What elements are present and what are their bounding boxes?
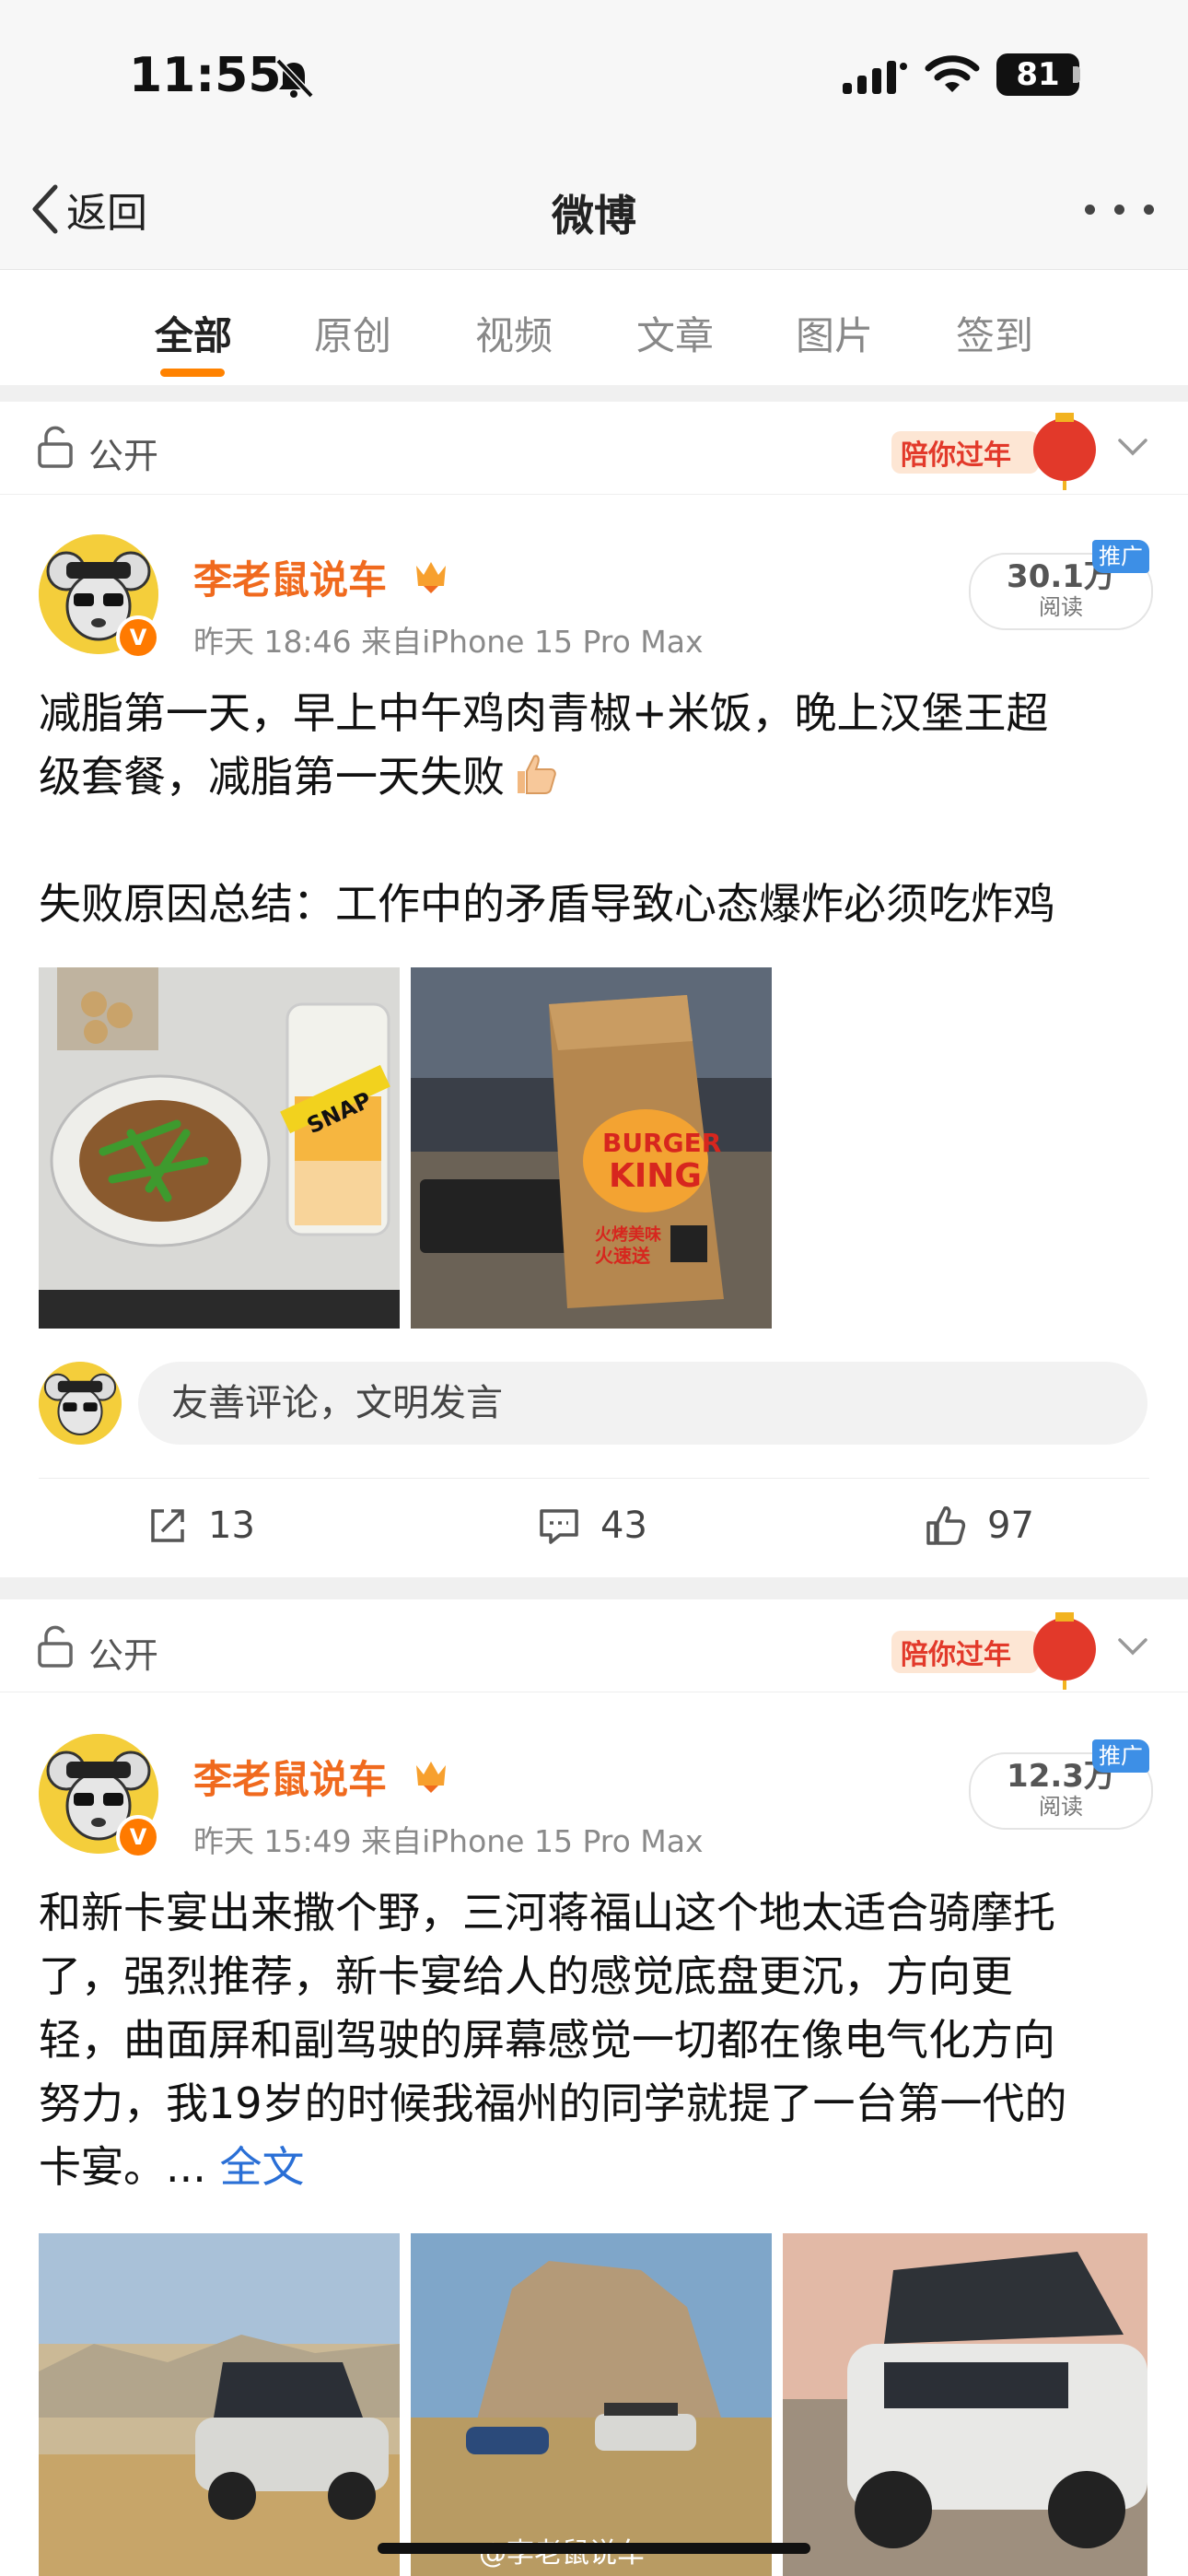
post-text-line: 和新卡宴出来撒个野，三河蒋福山这个地太适合骑摩托 [39,1888,1055,1938]
reads-label: 阅读 [1039,1794,1083,1820]
post-text-line-content: 级套餐，减脂第一天失败 [39,752,505,802]
silent-bell-icon [275,58,314,99]
comment-input[interactable]: 友善评论，文明发言 [138,1362,1147,1445]
car-landscape-photo-image [39,2233,400,2576]
festival-label: 陪你过年 [901,1639,1011,1671]
full-text-link[interactable]: 全文 [220,2142,305,2192]
page-title: 微博 [552,191,636,240]
more-options-button[interactable] [1085,205,1155,216]
divider [0,1577,1188,1599]
tab-all[interactable]: 全部 [129,305,258,361]
repost-icon [151,1509,184,1542]
vip-crown-icon [416,1762,446,1793]
post-meta: 昨天 15:49 来自iPhone 15 Pro Max [193,1823,704,1859]
mouse-avatar-icon [39,1362,122,1445]
food-photo-image: SNAP [39,967,400,1329]
username[interactable]: 李老鼠说车 [193,1749,387,1805]
tab-article[interactable]: 文章 [611,305,740,361]
unlock-icon [38,1625,73,1668]
burger-king-bag-image: BURGER KING 火烤美味 火速送 [411,967,772,1329]
repost-button[interactable]: 13 [147,1498,255,1553]
reads-label: 阅读 [1039,594,1083,620]
post-text-line: 了，强烈推荐，新卡宴给人的感觉底盘更沉，方向更 [39,1951,1013,2001]
post-text[interactable]: 和新卡宴出来撒个野，三河蒋福山这个地太适合骑摩托 了，强烈推荐，新卡宴给人的感觉… [39,1881,1153,2199]
tab-images[interactable]: 图片 [770,305,899,361]
chevron-down-icon[interactable] [1116,431,1149,464]
repost-count: 13 [208,1505,255,1547]
car-sunset-photo-image [783,2233,1147,2576]
post-text-line: 失败原因总结：工作中的矛盾导致心态爆炸必须吃炸鸡 [39,879,1055,929]
comment-placeholder: 友善评论，文明发言 [171,1382,503,1424]
ad-badge: 推广 [1092,540,1149,573]
like-button[interactable]: 97 [925,1498,1034,1553]
more-dot-icon [1085,205,1095,215]
wifi-icon [925,55,980,92]
divider [39,1478,1149,1479]
festival-label: 陪你过年 [901,439,1011,472]
username[interactable]: 李老鼠说车 [193,549,387,605]
like-count: 97 [987,1505,1034,1547]
comment-count: 43 [600,1505,647,1547]
post-text-line: 努力，我19岁的时候我福州的同学就提了一台第一代的 [39,2078,1067,2128]
more-dot-icon [1144,205,1154,215]
active-tab-indicator [160,369,225,377]
unlock-icon [38,426,73,468]
post-meta: 昨天 18:46 来自iPhone 15 Pro Max [193,624,704,660]
bag-slogan-2: 火速送 [595,1245,651,1267]
comment-icon [540,1509,578,1544]
visibility-label: 公开 [88,436,159,476]
my-avatar [39,1362,122,1445]
post-text-line: 减脂第一天，早上中午鸡肉青椒+米饭，晚上汉堡王超 [39,688,1049,738]
post-text-line: 轻，曲面屏和副驾驶的屏幕感觉一切都在像电气化方向 [39,2015,1055,2065]
bag-brand-label-1: BURGER [602,1128,721,1158]
thumbs-up-emoji-icon [510,749,560,799]
visibility-label: 公开 [88,1635,159,1676]
post-text[interactable]: 减脂第一天，早上中午鸡肉青椒+米饭，晚上汉堡王超 级套餐，减脂第一天失败 失败原… [39,682,1153,936]
comment-button[interactable]: 43 [538,1498,647,1553]
status-time: 11:55 [129,48,282,103]
home-indicator[interactable] [378,2543,810,2554]
tab-checkin[interactable]: 签到 [930,305,1059,361]
ad-badge: 推广 [1092,1739,1149,1773]
festival-banner[interactable]: 陪你过年 [884,1607,1105,1690]
post-text-line-content: 卡宴。... [39,2142,220,2192]
mountain-cars-photo-image [411,2233,772,2576]
tab-video[interactable]: 视频 [449,305,578,361]
post-image[interactable] [783,2233,1147,2576]
verified-badge-icon: V [116,1815,160,1859]
post-image[interactable]: BURGER KING 火烤美味 火速送 [411,967,772,1329]
festival-banner[interactable]: 陪你过年 [884,407,1105,490]
chevron-down-icon[interactable] [1116,1631,1149,1664]
post-text-line: 级套餐，减脂第一天失败 [39,745,1153,809]
post-text-line: 卡宴。... 全文 [39,2136,1153,2199]
more-dot-icon [1114,205,1124,215]
divider [0,385,1188,402]
post-image[interactable] [411,2233,772,2576]
vip-crown-icon [416,562,446,593]
bag-slogan-1: 火烤美味 [595,1224,661,1245]
post-image[interactable]: SNAP [39,967,400,1329]
festival-lantern-icon: 陪你过年 [891,1612,1096,1690]
thumbs-up-icon [926,1506,966,1545]
verified-badge-icon: V [116,615,160,660]
post-image[interactable] [39,2233,400,2576]
battery-level: 81 [1016,56,1060,93]
bag-brand-label-2: KING [609,1157,702,1195]
festival-lantern-icon: 陪你过年 [891,413,1096,490]
cellular-signal-icon [843,61,907,94]
tab-original[interactable]: 原创 [288,305,417,361]
